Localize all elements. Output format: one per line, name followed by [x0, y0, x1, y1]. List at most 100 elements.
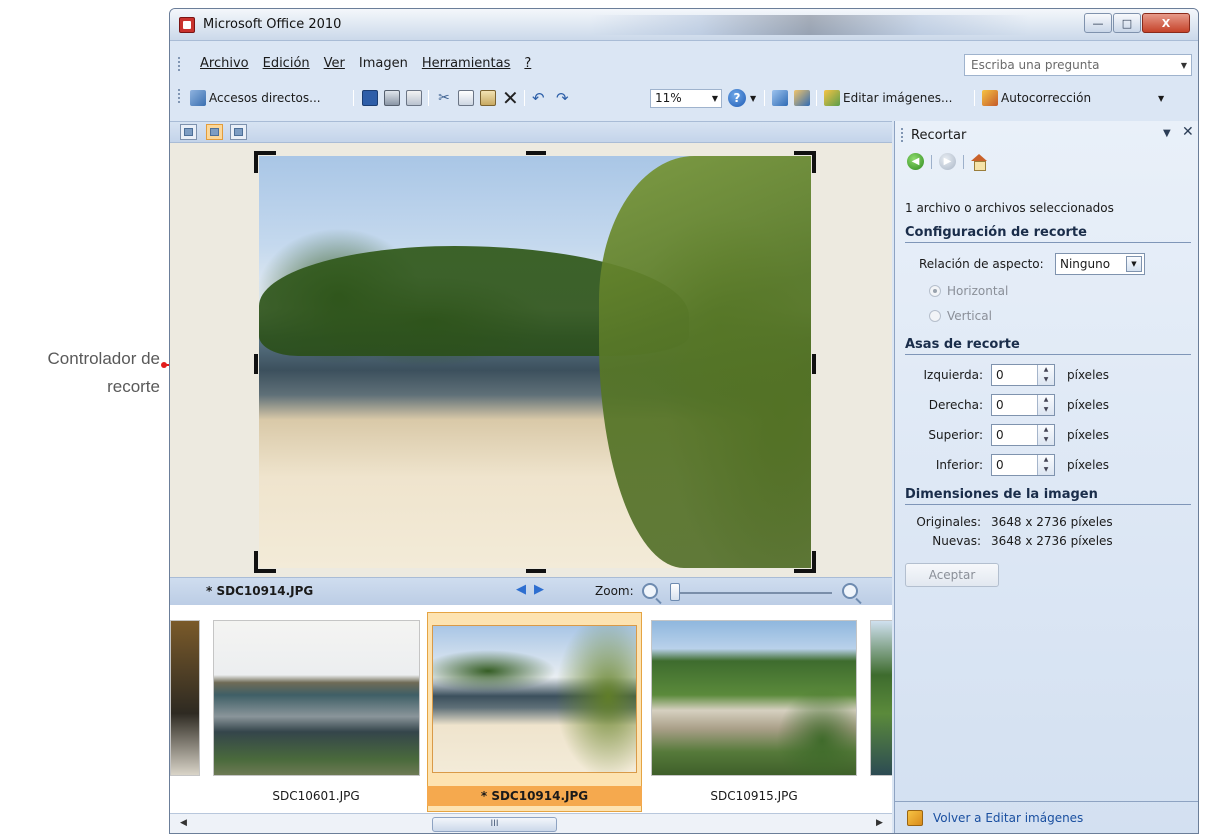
standard-toolbar: Accesos directos... ✂ ✕ ↶ ↷ 11% ▼ ? ▼ Ed… [170, 85, 1198, 111]
crop-handle-bottom-left[interactable] [254, 551, 258, 573]
paste-icon [480, 90, 496, 106]
handle-bottom-spinner[interactable]: 0 ▲ ▼ [991, 454, 1055, 476]
ask-question-input[interactable]: Escriba una pregunta ▼ [964, 54, 1192, 76]
menu-ver[interactable]: Ver [324, 56, 345, 71]
task-pane-close-button[interactable]: ✕ [1182, 124, 1194, 140]
aspect-ratio-select[interactable]: Ninguno ▼ [1055, 253, 1145, 275]
delete-button[interactable]: ✕ [502, 86, 519, 110]
filmstrip-scrollbar[interactable]: ◀ III ▶ [170, 813, 892, 833]
filmstrip-thumbnail[interactable] [213, 620, 420, 776]
thumbnail-label-selected: * SDC10914.JPG [427, 786, 642, 806]
handle-left-spinner[interactable]: 0 ▲ ▼ [991, 364, 1055, 386]
zoom-combo[interactable]: 11% ▼ [650, 89, 722, 108]
cut-button[interactable]: ✂ [436, 88, 452, 108]
forward-button[interactable]: ▶ [939, 153, 956, 170]
menu-herramientas[interactable]: Herramientas [422, 56, 511, 71]
window-controls: — □ X [1083, 13, 1190, 33]
undo-icon: ↶ [532, 89, 545, 107]
toolbar-separator [974, 90, 975, 106]
radio-vertical[interactable] [929, 310, 941, 322]
filmstrip-thumbnail-partial[interactable] [870, 620, 892, 776]
print-button[interactable] [384, 88, 400, 108]
rotate-right-button[interactable] [794, 88, 810, 108]
menu-edicion[interactable]: Edición [263, 56, 310, 71]
toolbar-overflow-button[interactable]: ▼ [1158, 88, 1164, 108]
back-to-edit-pictures-link[interactable]: Volver a Editar imágenes [933, 811, 1083, 825]
toolbar-options-button[interactable]: ▼ [750, 88, 756, 108]
spinner-arrows-icon[interactable]: ▲ ▼ [1037, 425, 1054, 445]
crop-handle-left[interactable] [254, 354, 258, 374]
filmstrip-view-button[interactable] [206, 124, 223, 140]
zoom-label: Zoom: [595, 584, 634, 598]
filmstrip-view-icon [210, 128, 219, 136]
original-size-value: 3648 x 2736 píxeles [991, 515, 1113, 529]
handle-left-label: Izquierda: [923, 368, 983, 382]
chevron-down-icon[interactable]: ▼ [1126, 256, 1142, 272]
crop-handle-top-left[interactable] [254, 151, 258, 173]
filmstrip: SDC10601.JPG * SDC10914.JPG SDC10915.JPG [170, 605, 892, 813]
filmstrip-thumbnail-partial[interactable] [170, 620, 200, 776]
spinner-arrows-icon[interactable]: ▲ ▼ [1037, 395, 1054, 415]
thumbnail-view-button[interactable] [180, 124, 197, 140]
handle-right-unit: píxeles [1067, 398, 1110, 412]
maximize-button[interactable]: □ [1113, 13, 1141, 33]
rotate-right-icon [794, 90, 810, 106]
spinner-arrows-icon[interactable]: ▲ ▼ [1037, 455, 1054, 475]
back-button[interactable]: ◀ [907, 153, 924, 170]
paste-button[interactable] [480, 88, 496, 108]
selected-thumbnail-image[interactable] [432, 625, 637, 773]
edit-images-button[interactable]: Editar imágenes... [824, 88, 952, 108]
crop-handle-top-right[interactable] [812, 151, 816, 173]
minimize-button[interactable]: — [1084, 13, 1112, 33]
help-button[interactable]: ? [728, 89, 746, 107]
task-pane-title: Recortar [911, 128, 967, 143]
email-button[interactable] [406, 88, 422, 108]
save-button[interactable] [362, 88, 378, 108]
zoom-in-icon[interactable] [842, 583, 858, 599]
copy-button[interactable] [458, 88, 474, 108]
accept-button[interactable]: Aceptar [905, 563, 999, 587]
zoom-slider-thumb[interactable] [670, 583, 680, 601]
menu-help[interactable]: ? [524, 56, 531, 71]
menu-imagen[interactable]: Imagen [359, 56, 408, 71]
crop-handle-top[interactable] [526, 151, 546, 155]
toolbar-grip[interactable] [178, 89, 181, 103]
edit-images-icon [824, 90, 840, 106]
current-filename: * SDC10914.JPG [206, 584, 314, 598]
autocorrect-button[interactable]: Autocorrección [982, 88, 1091, 108]
handle-top-spinner[interactable]: 0 ▲ ▼ [991, 424, 1055, 446]
zoom-out-icon[interactable] [642, 583, 658, 599]
next-image-icon[interactable]: ▶ [534, 582, 552, 597]
save-icon [362, 90, 378, 106]
menu-grip[interactable] [178, 57, 181, 71]
thumbnail-view-icon [184, 128, 193, 136]
new-size-label: Nuevas: [932, 534, 981, 548]
shortcuts-button[interactable]: Accesos directos... [190, 88, 321, 108]
home-icon[interactable] [971, 154, 987, 171]
chevron-down-icon[interactable]: ▼ [1177, 55, 1191, 75]
handle-top-value: 0 [996, 428, 1004, 442]
undo-button[interactable]: ↶ [532, 88, 545, 108]
crop-handle-bottom-right[interactable] [812, 551, 816, 573]
redo-icon: ↷ [556, 89, 569, 107]
scroll-right-icon[interactable]: ▶ [876, 818, 883, 828]
task-pane-menu-button[interactable]: ▼ [1163, 128, 1171, 139]
crop-handle-bottom[interactable] [526, 569, 546, 573]
close-button[interactable]: X [1142, 13, 1190, 33]
menu-archivo[interactable]: Archivo [200, 56, 249, 71]
rotate-left-button[interactable] [772, 88, 788, 108]
task-pane-grip[interactable] [901, 128, 904, 142]
previous-image-icon[interactable]: ◀ [516, 582, 534, 597]
spinner-arrows-icon[interactable]: ▲ ▼ [1037, 365, 1054, 385]
handle-right-spinner[interactable]: 0 ▲ ▼ [991, 394, 1055, 416]
radio-horizontal[interactable] [929, 285, 941, 297]
close-icon: ✕ [1182, 124, 1194, 140]
crop-handle-right[interactable] [812, 354, 816, 374]
filmstrip-thumbnail[interactable] [651, 620, 857, 776]
single-view-button[interactable] [230, 124, 247, 140]
scrollbar-thumb[interactable]: III [432, 817, 557, 832]
redo-button[interactable]: ↷ [556, 88, 569, 108]
chevron-down-icon[interactable]: ▼ [709, 90, 721, 107]
scroll-left-icon[interactable]: ◀ [180, 818, 187, 828]
zoom-slider-track[interactable] [675, 592, 832, 594]
